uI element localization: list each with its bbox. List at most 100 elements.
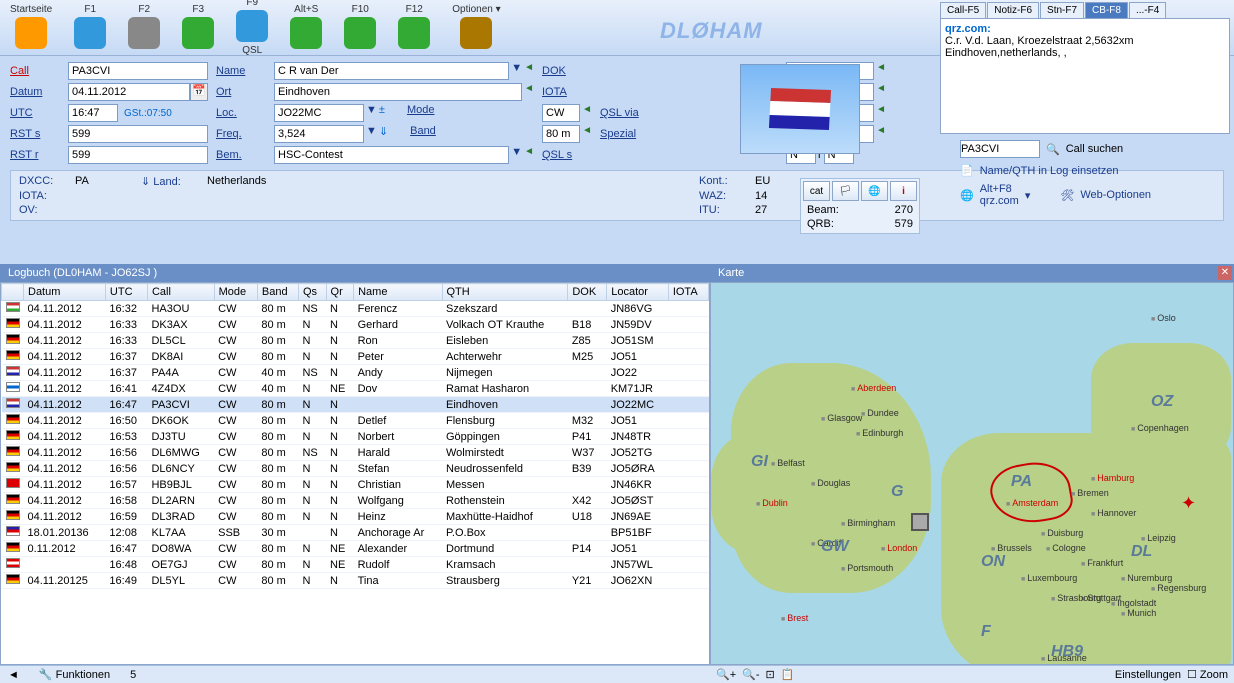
map-settings-link[interactable]: Einstellungen bbox=[1115, 669, 1181, 681]
col-header[interactable]: Qs bbox=[298, 284, 326, 301]
freq-input[interactable] bbox=[274, 125, 364, 143]
flag-icon bbox=[6, 574, 20, 584]
table-row[interactable]: 04.11.201216:47PA3CVICW80 mNNEindhovenJO… bbox=[2, 397, 709, 413]
insert-log-link[interactable]: 📄 Name/QTH in Log einsetzen bbox=[960, 164, 1230, 177]
zoom-fit-icon[interactable]: ⊡ bbox=[765, 668, 774, 681]
layers-icon[interactable]: 📋 bbox=[781, 668, 795, 681]
table-row[interactable]: 16:48OE7GJCW80 mNNERudolfKramsachJN57WL bbox=[2, 557, 709, 573]
freq-dd-icon[interactable]: ▼ bbox=[366, 125, 377, 143]
col-header[interactable]: IOTA bbox=[668, 284, 708, 301]
call-input[interactable] bbox=[68, 62, 208, 80]
table-row[interactable]: 04.11.201216:59DL3RADCW80 mNNHeinzMaxhüt… bbox=[2, 509, 709, 525]
zoom-out-icon[interactable]: 🔍- bbox=[742, 668, 759, 681]
iota-prev-icon[interactable]: ◄ bbox=[876, 83, 886, 101]
freq-down-icon[interactable]: ⇓ bbox=[379, 125, 388, 143]
col-header[interactable]: Qr bbox=[326, 284, 354, 301]
ort-input[interactable] bbox=[274, 83, 522, 101]
callbook-search-input[interactable] bbox=[960, 140, 1040, 158]
functions-link[interactable]: 🔧 Funktionen bbox=[39, 668, 110, 681]
table-row[interactable]: 0.11.201216:47DO8WACW80 mNNEAlexanderDor… bbox=[2, 541, 709, 557]
table-row[interactable]: 04.11.201216:33DK3AXCW80 mNNGerhardVolka… bbox=[2, 317, 709, 333]
col-header[interactable]: Call bbox=[147, 284, 214, 301]
col-header[interactable]: DOK bbox=[568, 284, 607, 301]
flag-button[interactable]: 🏳 bbox=[832, 181, 859, 201]
table-row[interactable]: 04.11.2012516:49DL5YLCW80 mNNTinaStrausb… bbox=[2, 573, 709, 589]
search-label[interactable]: Call suchen bbox=[1066, 143, 1123, 155]
city-label: Belfast bbox=[771, 458, 805, 468]
col-header[interactable]: Name bbox=[354, 284, 442, 301]
search-icon[interactable]: 🔍 bbox=[1046, 143, 1060, 156]
tab-notiz-f6[interactable]: Notiz-F6 bbox=[987, 2, 1039, 18]
toolbar-tools-icon[interactable]: Optionen ▾ bbox=[452, 4, 500, 52]
table-row[interactable]: 04.11.201216:53DJ3TUCW80 mNNNorbertGöppi… bbox=[2, 429, 709, 445]
cat-button[interactable]: cat bbox=[803, 181, 830, 201]
table-row[interactable]: 04.11.201216:50DK6OKCW80 mNNDetlefFlensb… bbox=[2, 413, 709, 429]
name-dropdown-icon[interactable]: ▼ bbox=[511, 62, 522, 80]
bem-input[interactable] bbox=[274, 146, 509, 164]
toolbar-chart-icon[interactable]: Alt+S bbox=[290, 4, 322, 52]
utc-input[interactable] bbox=[68, 104, 118, 122]
dok-prev-icon[interactable]: ◄ bbox=[876, 62, 886, 80]
toolbar-help-icon[interactable]: F1 bbox=[74, 4, 106, 52]
band-input[interactable] bbox=[542, 125, 580, 143]
loc-input[interactable] bbox=[274, 104, 364, 122]
calendar-icon[interactable]: 📅 bbox=[190, 83, 208, 101]
web-options-link[interactable]: 🛠 Web-Optionen bbox=[1060, 183, 1151, 207]
table-row[interactable]: 18.01.2013612:08KL7AASSB30 mNAnchorage A… bbox=[2, 525, 709, 541]
rstr-input[interactable] bbox=[68, 146, 208, 164]
table-row[interactable]: 04.11.201216:56DL6MWGCW80 mNSNHaraldWolm… bbox=[2, 445, 709, 461]
table-row[interactable]: 04.11.201216:57HB9BJLCW80 mNNChristianMe… bbox=[2, 477, 709, 493]
spezial-label: Spezial bbox=[600, 128, 710, 140]
name-prev-icon[interactable]: ◄ bbox=[524, 62, 534, 80]
rsts-input[interactable] bbox=[68, 125, 208, 143]
tab-cb-f8[interactable]: CB-F8 bbox=[1085, 2, 1128, 18]
zoom-checkbox[interactable]: ☐ Zoom bbox=[1187, 668, 1228, 681]
bem-dd-icon[interactable]: ▼ bbox=[511, 146, 522, 164]
map-canvas[interactable]: ✦ OsloAberdeenGlasgowDundeeEdinburghBelf… bbox=[710, 282, 1234, 665]
toolbar-clock-icon[interactable]: F2 bbox=[128, 4, 160, 52]
col-header[interactable]: Band bbox=[257, 284, 298, 301]
col-header[interactable]: Locator bbox=[607, 284, 669, 301]
land-down-icon[interactable]: ⇓ bbox=[141, 176, 150, 188]
toolbar-refresh-icon[interactable]: F12 bbox=[398, 4, 430, 52]
table-row[interactable]: 04.11.201216:32HA3OUCW80 mNSNFerenczSzek… bbox=[2, 301, 709, 317]
toolbar-save-icon[interactable]: F10 bbox=[344, 4, 376, 52]
dropdown-icon[interactable]: ▾ bbox=[1025, 189, 1031, 202]
logbook-grid[interactable]: DatumUTCCallModeBandQsQrNameQTHDOKLocato… bbox=[0, 282, 710, 665]
band-prev-icon[interactable]: ◄ bbox=[582, 125, 592, 143]
bem-prev-icon[interactable]: ◄ bbox=[524, 146, 534, 164]
col-header[interactable]: UTC bbox=[105, 284, 147, 301]
mode-input[interactable] bbox=[542, 104, 580, 122]
name-input[interactable] bbox=[274, 62, 509, 80]
toolbar-qsl-icon[interactable]: F9QSL bbox=[236, 0, 268, 58]
city-label: London bbox=[881, 543, 917, 553]
datum-input[interactable] bbox=[68, 83, 190, 101]
table-row[interactable]: 04.11.201216:56DL6NCYCW80 mNNStefanNeudr… bbox=[2, 461, 709, 477]
zoom-in-icon[interactable]: 🔍+ bbox=[716, 668, 736, 681]
table-row[interactable]: 04.11.201216:37DK8AICW80 mNNPeterAchterw… bbox=[2, 349, 709, 365]
col-header[interactable]: QTH bbox=[442, 284, 568, 301]
col-header[interactable]: Mode bbox=[214, 284, 257, 301]
spezial-prev-icon[interactable]: ◄ bbox=[876, 125, 886, 143]
info-button[interactable]: i bbox=[890, 181, 917, 201]
qslvia-prev-icon[interactable]: ◄ bbox=[876, 104, 886, 122]
table-row[interactable]: 04.11.201216:414Z4DXCW40 mNNEDovRamat Ha… bbox=[2, 381, 709, 397]
toolbar-home-icon[interactable]: Startseite bbox=[10, 4, 52, 52]
table-row[interactable]: 04.11.201216:37PA4ACW40 mNSNAndyNijmegen… bbox=[2, 365, 709, 381]
tab-...-f4[interactable]: ...-F4 bbox=[1129, 2, 1166, 18]
tab-stn-f7[interactable]: Stn-F7 bbox=[1040, 2, 1084, 18]
globe-button[interactable]: 🌐 bbox=[861, 181, 888, 201]
table-row[interactable]: 04.11.201216:33DL5CLCW80 mNNRonEislebenZ… bbox=[2, 333, 709, 349]
qrz-link[interactable]: 🌐 Alt+F8qrz.com ▾ bbox=[960, 183, 1030, 207]
mode-prev-icon[interactable]: ◄ bbox=[582, 104, 592, 122]
col-header[interactable]: Datum bbox=[24, 284, 106, 301]
tab-call-f5[interactable]: Call-F5 bbox=[940, 2, 986, 18]
close-icon[interactable]: ✕ bbox=[1218, 266, 1232, 280]
scroll-left-icon[interactable]: ◄ bbox=[8, 669, 19, 681]
loc-dd-icon[interactable]: ▼ bbox=[366, 104, 377, 122]
table-row[interactable]: 04.11.201216:58DL2ARNCW80 mNNWolfgangRot… bbox=[2, 493, 709, 509]
col-header[interactable] bbox=[2, 284, 24, 301]
loc-down-icon[interactable]: ± bbox=[379, 104, 385, 122]
toolbar-globe-icon[interactable]: F3 bbox=[182, 4, 214, 52]
ort-prev-icon[interactable]: ◄ bbox=[524, 83, 534, 101]
